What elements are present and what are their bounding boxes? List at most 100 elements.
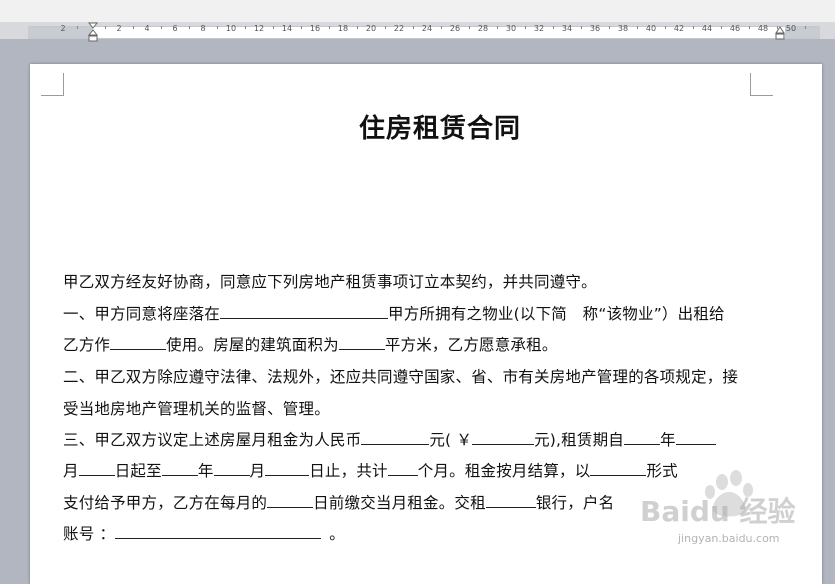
rent-amount-blank[interactable] [361, 430, 430, 445]
due-day-blank[interactable] [267, 493, 314, 508]
line-7-text-e: 日止，共计 [309, 462, 388, 480]
ruler-tick-label: 50 [785, 24, 797, 33]
ruler-tick-mark [469, 26, 470, 29]
ruler-tick-mark [413, 26, 414, 29]
ruler-tick-mark [105, 26, 106, 29]
end-day-blank[interactable] [265, 461, 310, 476]
start-month-blank[interactable] [675, 430, 716, 445]
ruler-tick-mark [385, 26, 386, 29]
paragraph-line-6[interactable]: 三、甲乙双方议定上述房屋月租金为人民币 元( ￥ 元),租赁期自 年 [63, 428, 716, 450]
line-2-text-b: 甲方所拥有之物业(以下简 称“该物业”）出租给 [388, 305, 725, 323]
ruler-tick-label: 34 [561, 24, 573, 33]
ruler-tick-mark [161, 26, 162, 29]
ruler-tick-label: 8 [200, 24, 206, 33]
ruler-tick-mark [721, 26, 722, 29]
paragraph-line-4[interactable]: 二、甲乙双方除应遵守法律、法规外，还应共同遵守国家、省、市有关房地产管理的各项规… [63, 365, 738, 387]
ruler-tick-mark [245, 26, 246, 29]
bank-blank[interactable] [485, 493, 536, 508]
usage-blank[interactable] [110, 335, 167, 350]
line-5-text: 受当地房地产管理机关的监督、管理。 [63, 400, 330, 418]
months-count-blank[interactable] [387, 461, 418, 476]
ruler-tick-mark [77, 26, 78, 29]
area-blank[interactable] [338, 335, 385, 350]
line-9-text-a: 账号 ： [63, 525, 116, 543]
paragraph-line-7[interactable]: 月日起至年月日止，共计 个月。租金按月结算，以 形式 [63, 459, 678, 481]
ruler-tick-mark [217, 26, 218, 29]
start-year-blank[interactable] [623, 430, 660, 445]
ruler-tick-label: 10 [225, 24, 237, 33]
ruler-tick-label: 48 [757, 24, 769, 33]
start-day-blank[interactable] [78, 461, 115, 476]
ruler-tick-mark [553, 26, 554, 29]
line-7-text-a: 月 [63, 462, 79, 480]
line-8-text-c: 银行，户名 [535, 494, 615, 512]
ruler-tick-label: 2 [116, 24, 122, 33]
line-1-text: 甲乙双方经友好协商，同意应下列房地产租赁事项订立本契约，并共同遵守。 [63, 273, 597, 291]
right-indent-marker-icon[interactable] [775, 26, 785, 40]
ruler-tick-label: 42 [673, 24, 685, 33]
location-blank[interactable] [220, 304, 389, 319]
line-3-text-a: 乙方作 [63, 336, 111, 354]
ruler-tick-label: 30 [505, 24, 517, 33]
ruler-tick-mark [637, 26, 638, 29]
crop-mark-top-right [750, 73, 773, 96]
ruler-tick-label: 18 [337, 24, 349, 33]
paragraph-line-9[interactable]: 账号 ： 。 [63, 522, 345, 544]
rent-yuan-blank[interactable] [472, 430, 535, 445]
end-month-blank[interactable] [213, 461, 250, 476]
ruler-tick-mark [329, 26, 330, 29]
line-6-text-a: 三、甲乙双方议定上述房屋月租金为人民币 [63, 431, 362, 449]
horizontal-ruler[interactable]: 2 2 4 6 8 10 12 14 16 18 20 22 24 26 28 30 32 34 36 38 40 42 4… [0, 22, 835, 39]
line-8-text-a: 支付给予甲方，乙方在每月的 [63, 494, 268, 512]
paragraph-line-2[interactable]: 一、甲方同意将座落在 甲方所拥有之物业(以下简 称“该物业”）出租给 [63, 302, 725, 324]
ruler-tick-label: 26 [449, 24, 461, 33]
crop-mark-top-left [41, 73, 64, 96]
paragraph-line-5[interactable]: 受当地房地产管理机关的监督、管理。 [63, 397, 330, 419]
account-number-blank[interactable] [115, 524, 322, 539]
line-7-text-f: 个月。租金按月结算，以 [417, 462, 591, 480]
ruler-tick-label: 6 [172, 24, 178, 33]
watermark-text: Baidu 经验 [640, 495, 796, 528]
ruler-tick-mark [273, 26, 274, 29]
ruler-tick-mark [301, 26, 302, 29]
line-3-text-b: 使用。房屋的建筑面积为 [166, 336, 339, 354]
ruler-tick-label: 38 [617, 24, 629, 33]
ruler-tick-mark [525, 26, 526, 29]
ruler-tick-label: 2 [60, 24, 66, 33]
ruler-tick-label: 28 [477, 24, 489, 33]
line-6-text-c: 元),租赁期自 [534, 431, 624, 449]
ruler-tick-label: 40 [645, 24, 657, 33]
ruler-tick-label: 46 [729, 24, 741, 33]
line-7-text-c: 年 [197, 462, 214, 480]
ruler-tick-mark [441, 26, 442, 29]
ruler-tick-mark [581, 26, 582, 29]
line-9-text-b: 。 [329, 525, 345, 543]
ruler-tick-mark [497, 26, 498, 29]
ruler-tick-label: 12 [253, 24, 265, 33]
ruler-tick-label: 14 [281, 24, 293, 33]
line-6-text-b: 元( ￥ [429, 431, 473, 449]
ruler-tick-mark [749, 26, 750, 29]
line-2-text-a: 一、甲方同意将座落在 [63, 305, 221, 323]
paragraph-line-8[interactable]: 支付给予甲方，乙方在每月的 日前缴交当月租金。交租 银行，户名 [63, 491, 614, 513]
ruler-tick-label: 44 [701, 24, 713, 33]
ruler-tick-label: 20 [365, 24, 377, 33]
paragraph-line-1[interactable]: 甲乙双方经友好协商，同意应下列房地产租赁事项订立本契约，并共同遵守。 [63, 270, 597, 292]
ruler-tick-label: 22 [393, 24, 405, 33]
ruler-tick-mark [357, 26, 358, 29]
paragraph-line-3[interactable]: 乙方作 使用。房屋的建筑面积为 平方米，乙方愿意承租。 [63, 333, 558, 355]
ruler-tick-mark [693, 26, 694, 29]
line-7-text-d: 月 [249, 462, 266, 480]
ruler-tick-mark [665, 26, 666, 29]
ruler-tick-label: 32 [533, 24, 545, 33]
watermark-url: jingyan.baidu.com [678, 532, 780, 545]
ruler-tick-mark [189, 26, 190, 29]
ruler-tick-label: 24 [421, 24, 433, 33]
ruler-tick-label: 4 [144, 24, 150, 33]
line-6-text-d: 年 [659, 431, 676, 449]
ruler-tick-mark [609, 26, 610, 29]
indent-marker-icon[interactable] [88, 22, 98, 42]
end-year-blank[interactable] [161, 461, 198, 476]
window-top-bar [0, 0, 835, 22]
ruler-tick-mark [805, 26, 806, 29]
